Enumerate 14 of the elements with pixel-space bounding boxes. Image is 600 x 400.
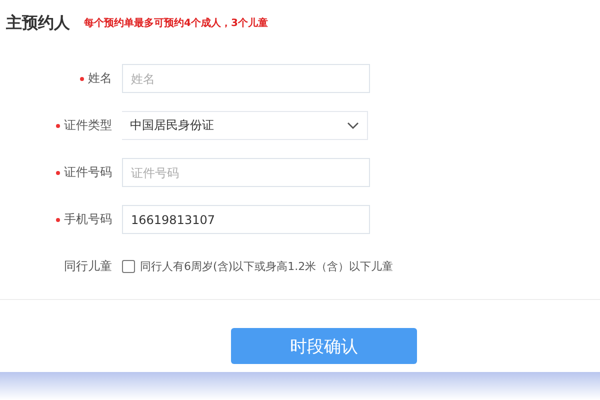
id-type-select[interactable]: 中国居民身份证 [122, 111, 368, 140]
field-label: 姓名 [88, 70, 112, 87]
input-field[interactable]: 16619813107 [122, 205, 370, 234]
field-label: 证件类型 [64, 117, 112, 134]
booking-note: 每个预约单最多可预约4个成人，3个儿童 [84, 16, 268, 30]
input-field[interactable]: 姓名 [122, 64, 370, 93]
checkbox-label: 同行人有6周岁(含)以下或身高1.2米（含）以下儿童 [140, 259, 394, 274]
field-label: 手机号码 [64, 211, 112, 228]
input-field[interactable]: 证件号码 [122, 158, 370, 187]
section-title: 主预约人 [6, 12, 70, 34]
field-label: 同行儿童 [64, 258, 112, 275]
chevron-down-icon [347, 122, 359, 130]
field-label: 证件号码 [64, 164, 112, 181]
checkbox[interactable] [122, 260, 135, 273]
